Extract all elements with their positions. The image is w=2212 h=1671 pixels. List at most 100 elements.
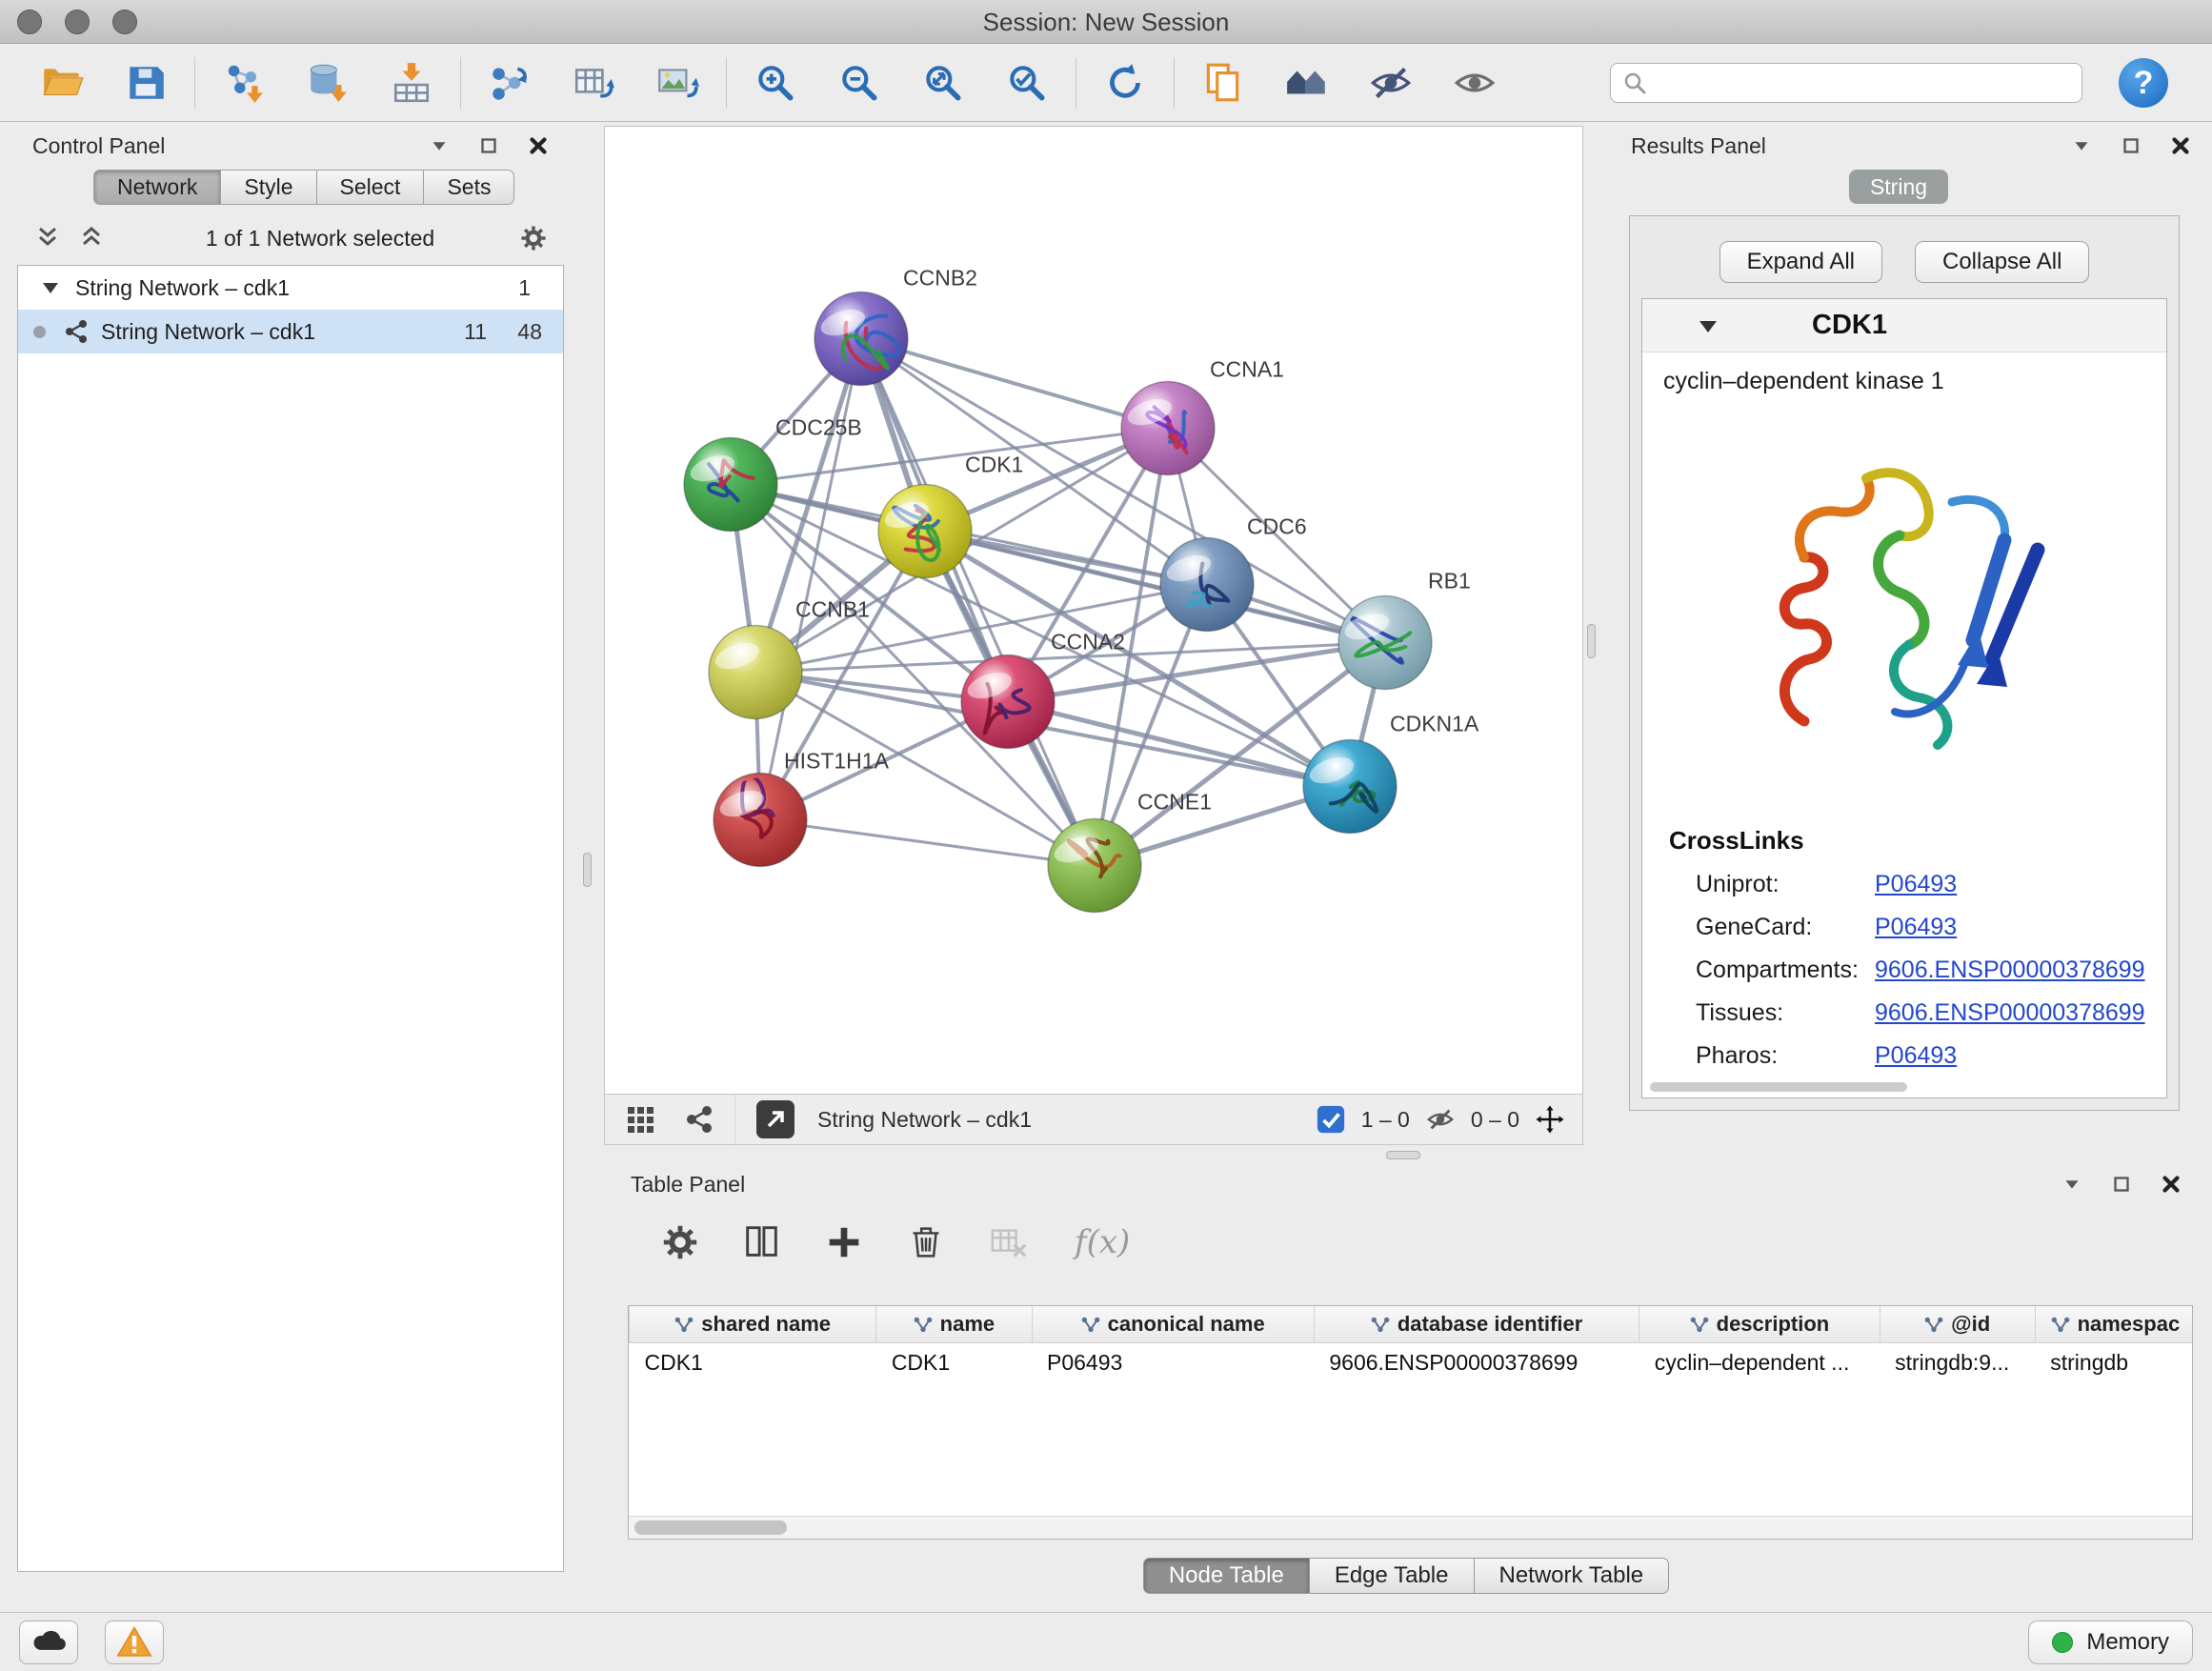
column-header--id[interactable]: @id [1880,1306,2035,1342]
export-image-button[interactable] [652,57,703,109]
bottom-splitter-handle[interactable] [1386,1151,1420,1159]
create-column-button[interactable] [823,1221,865,1263]
network-node-CCNA1[interactable]: CCNA1 [1121,357,1284,475]
network-node-CDC25B[interactable]: CDC25B [684,415,862,532]
section-disclosure-icon[interactable] [1696,313,1720,338]
network-node-CDK1[interactable]: CDK1 [878,453,1023,578]
protein-description: cyclin–dependent kinase 1 [1663,368,2166,395]
zoom-in-button[interactable] [750,57,801,109]
network-options-button[interactable] [518,223,549,253]
protein-section-header[interactable]: CDK1 [1642,299,2166,352]
tab-network-table[interactable]: Network Table [1474,1558,1670,1594]
network-node-CDKN1A[interactable]: CDKN1A [1303,712,1479,834]
open-session-button[interactable] [36,57,88,109]
expand-all-networks-icon[interactable] [34,225,61,252]
warnings-button[interactable] [105,1621,164,1664]
copy-button[interactable] [1197,57,1249,109]
tab-sets[interactable]: Sets [423,170,514,205]
delete-column-button[interactable] [905,1221,947,1263]
tab-style[interactable]: Style [220,170,315,205]
save-session-button[interactable] [120,57,171,109]
column-header-description[interactable]: description [1639,1306,1880,1342]
grid-view-icon[interactable] [624,1103,656,1136]
show-columns-button[interactable] [741,1221,783,1263]
network-node-CCNE1[interactable]: CCNE1 [1048,790,1212,913]
tab-select[interactable]: Select [316,170,424,205]
float-panel-icon[interactable] [2119,133,2143,158]
table-options-button[interactable] [659,1221,701,1263]
scrollbar-thumb[interactable] [634,1520,787,1535]
network-view-icon[interactable] [683,1103,715,1136]
crosslink-link[interactable]: P06493 [1875,871,1957,898]
tab-string[interactable]: String [1849,170,1948,204]
results-scrollbar[interactable] [1650,1082,1907,1092]
column-header-canonical-name[interactable]: canonical name [1032,1306,1314,1342]
crosslink-link[interactable]: P06493 [1875,914,1957,941]
export-table-button[interactable] [568,57,619,109]
collapse-panel-icon[interactable] [2060,1172,2084,1197]
memory-button[interactable]: Memory [2028,1621,2193,1664]
cloud-icon [30,1623,68,1661]
network-node-CDC6[interactable]: CDC6 [1160,514,1307,632]
tree-row-collection[interactable]: String Network – cdk1 1 [18,266,563,310]
crosslink-link[interactable]: 9606.ENSP00000378699 [1875,956,2145,984]
network-node-HIST1H1A[interactable]: HIST1H1A [714,749,890,867]
network-view[interactable]: CCNB2CCNA1CDC25BCDK1CDC6RB1CCNB1CCNA2CDK… [604,126,1583,1094]
close-panel-icon[interactable] [526,133,551,158]
help-button[interactable]: ? [2119,58,2168,108]
zoom-out-button[interactable] [834,57,885,109]
tree-row-network[interactable]: String Network – cdk1 11 48 [18,310,563,353]
export-network-button[interactable] [484,57,535,109]
tab-edge-table[interactable]: Edge Table [1309,1558,1474,1594]
search-input[interactable] [1657,70,2070,96]
edge-CCNB2-CCNA1[interactable] [861,339,1168,429]
zoom-fit-button[interactable] [917,57,969,109]
collapse-panel-icon[interactable] [2069,133,2094,158]
edge-CCNE1-HIST1H1A[interactable] [760,820,1095,866]
tab-network[interactable]: Network [93,170,220,205]
selected-checkbox-icon[interactable] [1316,1104,1346,1135]
eye-slash-icon [1368,60,1414,106]
search-box[interactable] [1610,63,2082,103]
function-builder-button[interactable]: f(x) [1075,1223,1130,1261]
table-row[interactable]: CDK1CDK1P064939606.ENSP00000378699cyclin… [630,1342,2194,1382]
float-panel-icon[interactable] [476,133,501,158]
expand-all-button[interactable]: Expand All [1719,241,1882,283]
zoom-selected-button[interactable] [1001,57,1053,109]
crosslinks-list: Uniprot:P06493GeneCard:P06493Compartment… [1642,871,2166,1070]
show-neighbors-button[interactable] [1281,57,1333,109]
disclosure-triangle-icon[interactable] [39,276,62,299]
close-panel-icon[interactable] [2168,133,2193,158]
node-label-CDC25B: CDC25B [775,415,862,440]
import-table-button[interactable] [386,57,437,109]
import-network-from-database-button[interactable] [302,57,353,109]
network-canvas[interactable]: CCNB2CCNA1CDC25BCDK1CDC6RB1CCNB1CCNA2CDK… [605,127,1582,1094]
crosslink-row: GeneCard:P06493 [1696,914,2166,941]
cloud-status-button[interactable] [19,1621,78,1664]
network-node-RB1[interactable]: RB1 [1338,569,1471,690]
crosslink-link[interactable]: 9606.ENSP00000378699 [1875,999,2145,1027]
apply-layout-button[interactable] [1099,57,1151,109]
import-network-from-file-button[interactable] [218,57,270,109]
column-header-name[interactable]: name [876,1306,1032,1342]
main-toolbar: ? [0,45,2212,122]
collapse-all-button[interactable]: Collapse All [1915,241,2089,283]
column-header-namespac[interactable]: namespac [2035,1306,2193,1342]
pan-crosshair-icon[interactable] [1535,1104,1565,1135]
show-all-button[interactable] [1449,57,1500,109]
collapse-panel-icon[interactable] [427,133,452,158]
hidden-eye-slash-icon[interactable] [1425,1104,1456,1135]
hide-selected-button[interactable] [1365,57,1417,109]
column-header-database-identifier[interactable]: database identifier [1314,1306,1639,1342]
left-splitter-handle[interactable] [583,853,592,887]
close-panel-icon[interactable] [2159,1172,2183,1197]
collapse-all-networks-icon[interactable] [78,225,105,252]
tab-node-table[interactable]: Node Table [1143,1558,1309,1594]
detach-view-button[interactable] [756,1100,794,1138]
network-node-CCNB1[interactable]: CCNB1 [709,597,870,719]
crosslink-link[interactable]: P06493 [1875,1042,1957,1070]
edge-CCNB2-CCNE1[interactable] [861,339,1095,866]
horizontal-scrollbar[interactable] [629,1516,2192,1539]
column-header-shared-name[interactable]: shared name [630,1306,876,1342]
float-panel-icon[interactable] [2109,1172,2134,1197]
